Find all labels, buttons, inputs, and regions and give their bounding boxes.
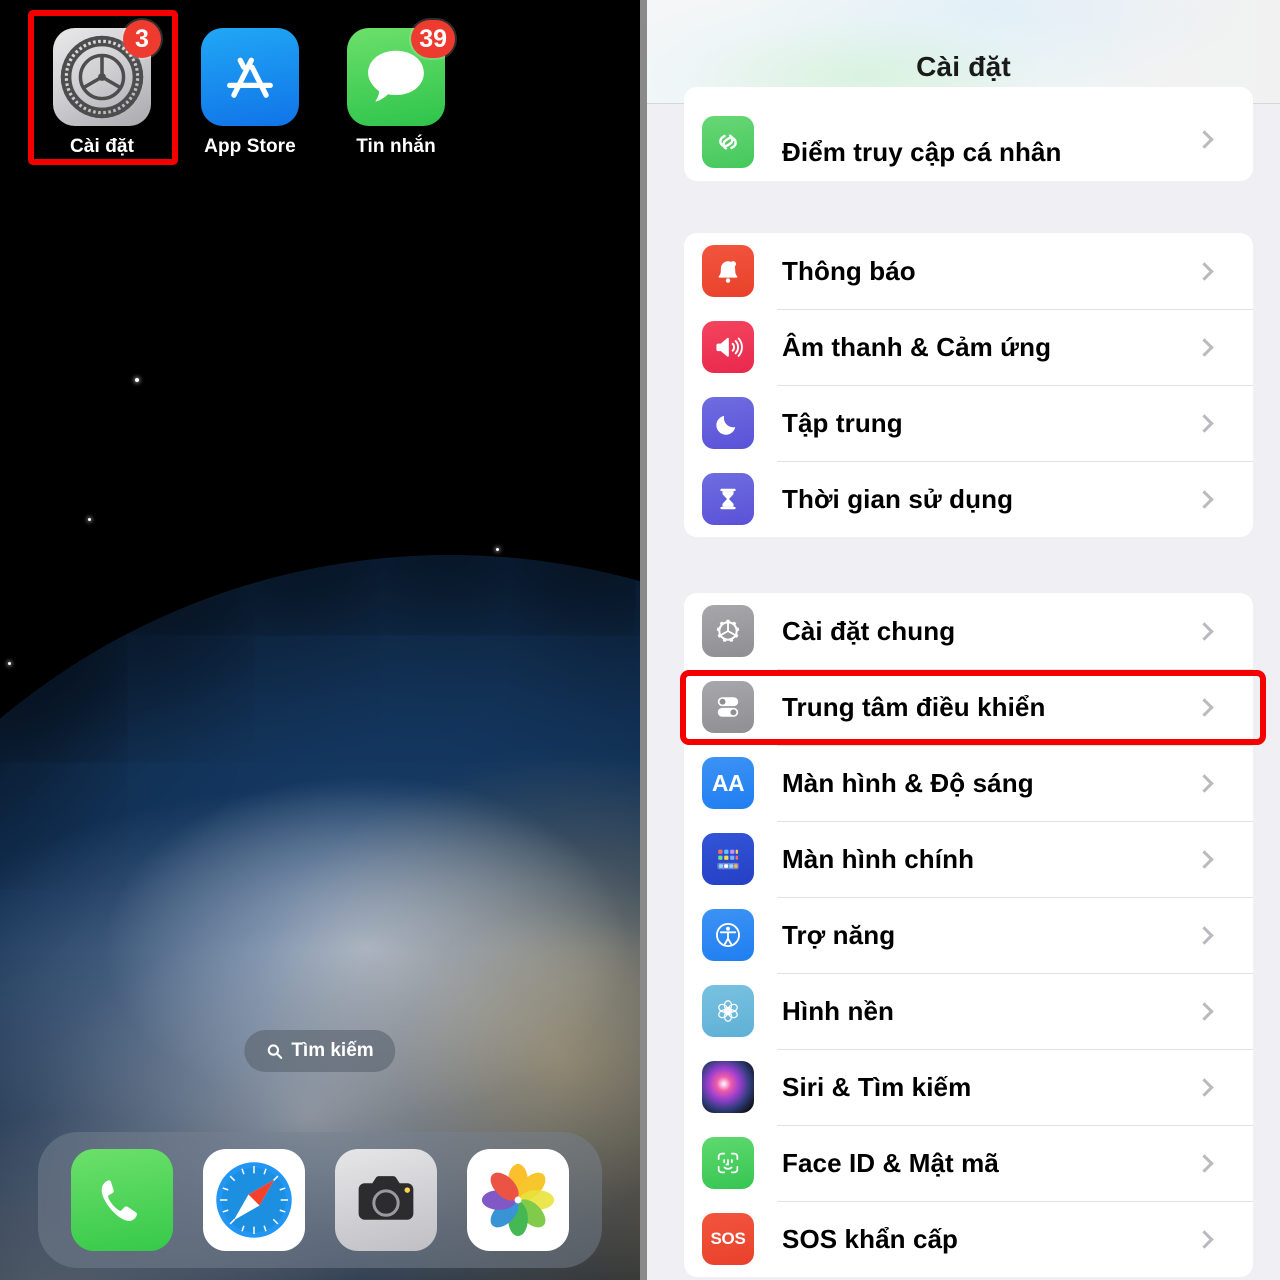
face-id-icon	[702, 1137, 754, 1189]
wallpaper-flower-icon	[702, 985, 754, 1037]
ios-settings-screen: Cài đặt Điểm truy cập cá nhân Thông báo …	[647, 0, 1280, 1280]
settings-row-display-brightness[interactable]: AA Màn hình & Độ sáng	[684, 745, 1253, 821]
photos-flower-icon[interactable]	[467, 1149, 569, 1251]
chevron-right-icon	[1195, 697, 1214, 717]
settings-row-control-center[interactable]: Trung tâm điều khiển	[684, 669, 1253, 745]
accessibility-icon	[702, 909, 754, 961]
chevron-right-icon	[1195, 337, 1214, 357]
display-brightness-aa-icon: AA	[702, 757, 754, 809]
settings-row-face-id-passcode[interactable]: Face ID & Mật mã	[684, 1125, 1253, 1201]
settings-row-label: Trợ năng	[782, 919, 896, 950]
wallpaper	[0, 0, 640, 1280]
page-title: Cài đặt	[916, 51, 1011, 82]
safari-compass-icon[interactable]	[203, 1149, 305, 1251]
control-center-toggles-icon	[702, 681, 754, 733]
settings-row-label: Face ID & Mật mã	[782, 1147, 999, 1178]
app-store-icon	[201, 28, 299, 126]
settings-row-accessibility[interactable]: Trợ năng	[684, 897, 1253, 973]
settings-row-label: Cài đặt chung	[782, 615, 956, 646]
settings-row-home-screen[interactable]: Màn hình chính	[684, 821, 1253, 897]
settings-row-emergency-sos[interactable]: SOS SOS khẩn cấp	[684, 1201, 1253, 1277]
home-screen-grid-icon	[702, 833, 754, 885]
chevron-right-icon	[1195, 1153, 1214, 1173]
app-icon-app-store[interactable]: App Store	[176, 18, 324, 158]
siri-orb-icon	[702, 1061, 754, 1113]
app-badge-messages: 39	[411, 20, 455, 58]
settings-row-label: SOS khẩn cấp	[782, 1223, 959, 1254]
app-icon-messages[interactable]: 39 Tin nhắn	[322, 18, 470, 158]
iphone-home-screen: 3 Cài đặt App Store 39 Tin nhắn Tìm kiếm	[0, 0, 640, 1280]
settings-group-system: Cài đặt chung Trung tâm điều khiển AA Mà…	[684, 593, 1253, 1277]
chevron-right-icon	[1195, 925, 1214, 945]
dock	[38, 1132, 602, 1268]
camera-icon[interactable]	[335, 1149, 437, 1251]
sos-glyph: SOS	[710, 1229, 746, 1248]
settings-row-focus[interactable]: Tập trung	[684, 385, 1253, 461]
chevron-right-icon	[1195, 413, 1214, 433]
chevron-right-icon	[1195, 849, 1214, 869]
settings-row-general[interactable]: Cài đặt chung	[684, 593, 1253, 669]
chevron-right-icon	[1195, 130, 1214, 149]
focus-moon-icon	[702, 397, 754, 449]
settings-group-connectivity: Điểm truy cập cá nhân	[684, 87, 1253, 181]
chevron-right-icon	[1195, 1001, 1214, 1021]
chevron-right-icon	[1195, 261, 1214, 281]
chevron-right-icon	[1195, 621, 1214, 641]
settings-row-personal-hotspot[interactable]: Điểm truy cập cá nhân	[684, 87, 1253, 181]
settings-row-label: Thời gian sử dụng	[782, 483, 1014, 514]
search-pill[interactable]: Tìm kiếm	[244, 1030, 396, 1072]
screen-time-hourglass-icon	[702, 473, 754, 525]
app-label-app-store: App Store	[204, 136, 296, 157]
emergency-sos-icon: SOS	[702, 1213, 754, 1265]
settings-row-sounds-haptics[interactable]: Âm thanh & Cảm ứng	[684, 309, 1253, 385]
settings-row-label: Điểm truy cập cá nhân	[782, 137, 1062, 167]
settings-row-label: Thông báo	[782, 255, 916, 286]
settings-row-label: Hình nền	[782, 995, 895, 1026]
search-icon	[266, 1043, 283, 1060]
settings-row-label: Tập trung	[782, 407, 903, 438]
chevron-right-icon	[1195, 1077, 1214, 1097]
screenshot-root: 3 Cài đặt App Store 39 Tin nhắn Tìm kiếm…	[0, 0, 1280, 1280]
sounds-speaker-icon	[702, 321, 754, 373]
search-pill-label: Tìm kiếm	[291, 1040, 374, 1061]
settings-row-siri-search[interactable]: Siri & Tìm kiếm	[684, 1049, 1253, 1125]
settings-row-label: Siri & Tìm kiếm	[782, 1071, 972, 1102]
general-gear-icon	[702, 605, 754, 657]
settings-scroll-area[interactable]: Điểm truy cập cá nhân Thông báo Âm thanh…	[647, 87, 1280, 1280]
settings-row-label: Màn hình chính	[782, 843, 975, 874]
personal-hotspot-icon	[702, 116, 754, 168]
phone-icon[interactable]	[71, 1149, 173, 1251]
panel-divider	[640, 0, 647, 1280]
chevron-right-icon	[1195, 773, 1214, 793]
chevron-right-icon	[1195, 489, 1214, 509]
chevron-right-icon	[1195, 1229, 1214, 1249]
settings-row-wallpaper[interactable]: Hình nền	[684, 973, 1253, 1049]
settings-row-label: Màn hình & Độ sáng	[782, 767, 1034, 798]
notifications-bell-icon	[702, 245, 754, 297]
settings-row-label: Trung tâm điều khiển	[782, 691, 1046, 722]
settings-row-notifications[interactable]: Thông báo	[684, 233, 1253, 309]
aa-glyph: AA	[711, 769, 745, 796]
highlight-box-settings-app	[28, 10, 178, 165]
settings-group-alerts: Thông báo Âm thanh & Cảm ứng Tập trung T…	[684, 233, 1253, 537]
settings-row-screen-time[interactable]: Thời gian sử dụng	[684, 461, 1253, 537]
app-label-messages: Tin nhắn	[356, 136, 436, 157]
settings-row-label: Âm thanh & Cảm ứng	[782, 331, 1052, 362]
